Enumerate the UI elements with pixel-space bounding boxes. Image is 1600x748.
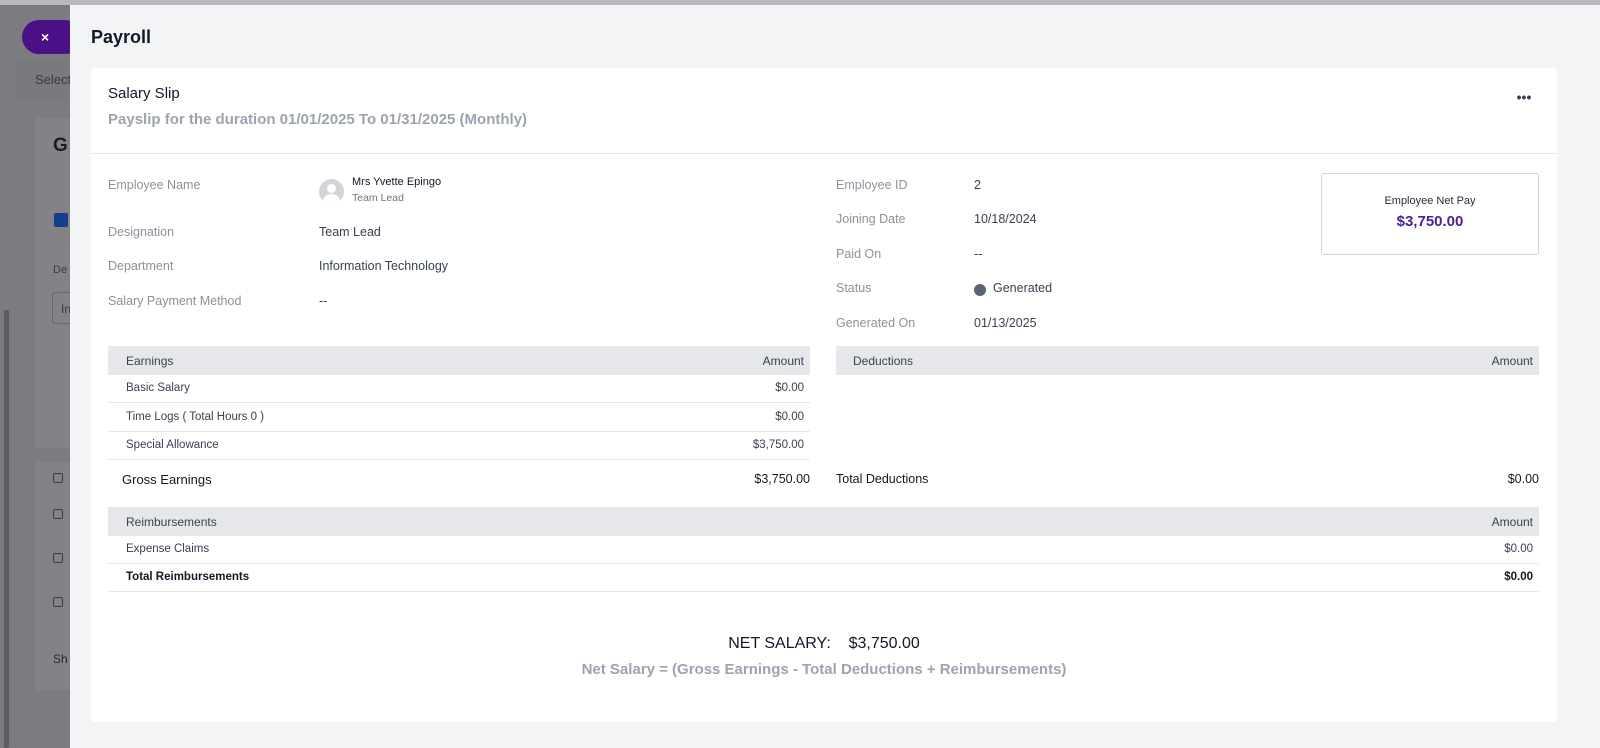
department-value: Information Technology [319,259,449,273]
drawer-title: Payroll [91,27,152,47]
table-row: Special Allowance $3,750.00 [108,432,810,460]
earnings-header: Earnings [126,354,174,368]
reimbursements-amount-header: Amount [1491,515,1533,529]
total-deductions-label: Total Deductions [836,472,929,486]
paid-on-label: Paid On [836,247,882,261]
earning-name: Basic Salary [126,382,190,394]
reimbursements-table-header: Reimbursements Amount [108,507,1539,536]
total-reimbursements-label: Total Reimbursements [126,571,250,583]
background-footer-text: Sh [53,652,68,666]
table-row: Basic Salary $0.00 [108,375,810,403]
earning-amount: $0.00 [775,382,804,394]
background-row-checkbox [53,509,63,519]
reimbursements-header: Reimbursements [126,515,217,529]
employee-role: Team Lead [352,192,404,204]
earning-amount: $3,750.00 [752,439,804,451]
employee-id-value: 2 [974,178,981,192]
earning-amount: $0.00 [775,411,804,423]
earning-name: Time Logs ( Total Hours 0 ) [126,411,265,423]
avatar [319,179,344,204]
net-salary-value: $3,750.00 [848,635,920,652]
net-pay-label: Employee Net Pay [1384,195,1476,207]
earnings-amount-header: Amount [762,354,804,368]
salary-slip-title: Salary Slip [108,85,180,102]
employee-id-label: Employee ID [836,178,908,192]
gross-earnings-value: $3,750.00 [754,472,810,486]
net-salary-label: NET SALARY: [728,635,831,652]
joining-date-value: 10/18/2024 [974,212,1037,226]
department-label: Department [108,259,174,273]
background-card-heading: G [53,135,68,156]
designation-label: Designation [108,225,175,239]
earnings-table-header: Earnings Amount [108,346,810,375]
deductions-header: Deductions [853,354,914,368]
background-scrollbar[interactable] [4,310,9,748]
generated-on-label: Generated On [836,316,916,330]
salary-slip-card: Salary Slip Payslip for the duration 01/… [91,68,1557,722]
deductions-table-header: Deductions Amount [836,346,1539,375]
background-row-checkbox [53,553,63,563]
status-value: Generated [993,281,1053,295]
background-dept-label: De [53,264,68,276]
joining-date-label: Joining Date [836,212,906,226]
employee-name[interactable]: Mrs Yvette Epingo [352,176,441,188]
more-options-icon[interactable]: ••• [1511,86,1537,110]
table-row: Time Logs ( Total Hours 0 ) $0.00 [108,404,810,432]
payroll-drawer: Payroll Salary Slip Payslip for the dura… [70,5,1600,748]
generated-on-value: 01/13/2025 [974,316,1037,330]
background-checkbox-checked [54,213,68,227]
total-reimbursements-value: $0.00 [1504,571,1533,583]
salary-slip-subtitle: Payslip for the duration 01/01/2025 To 0… [108,111,528,128]
payment-method-value: -- [319,294,328,308]
total-deductions-value: $0.00 [1507,472,1539,486]
status-label: Status [836,281,872,295]
table-row: Expense Claims $0.00 [108,536,1539,564]
reimbursement-amount: $0.00 [1504,543,1533,555]
paid-on-value: -- [974,247,983,261]
net-salary-formula: Net Salary = (Gross Earnings - Total Ded… [581,661,1067,678]
deductions-amount-header: Amount [1491,354,1533,368]
net-pay-card: Employee Net Pay $3,750.00 [1321,173,1539,255]
total-reimbursements-row: Total Reimbursements $0.00 [108,564,1539,592]
net-pay-value: $3,750.00 [1396,213,1464,230]
net-salary-line: NET SALARY: $3,750.00 [91,635,1557,653]
earning-name: Special Allowance [126,439,219,451]
background-row-checkbox [53,473,63,483]
gross-earnings-label: Gross Earnings [122,472,212,487]
employee-name-label: Employee Name [108,178,201,192]
salary-slip-header: Salary Slip Payslip for the duration 01/… [91,68,1557,154]
payment-method-label: Salary Payment Method [108,294,242,308]
designation-value: Team Lead [319,225,381,239]
reimbursement-name: Expense Claims [126,543,210,555]
background-row-checkbox [53,597,63,607]
status-dot-icon [974,284,986,296]
